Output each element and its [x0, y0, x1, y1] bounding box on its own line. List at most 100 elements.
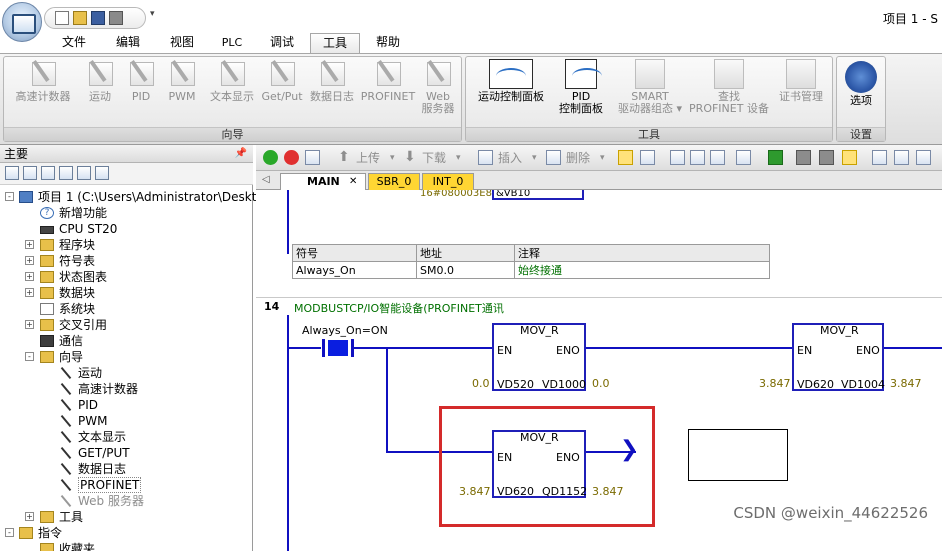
delete-network-icon[interactable] — [710, 150, 725, 165]
application-button[interactable] — [2, 2, 42, 42]
open-folder-icon[interactable] — [73, 11, 87, 25]
wizard-profinet-button[interactable]: PROFINET — [360, 59, 416, 103]
wizard-web-server-button[interactable]: Web 服务器 — [416, 59, 460, 115]
document-icon[interactable] — [59, 166, 73, 180]
eno-pin: ENO — [856, 344, 880, 357]
upload-dropdown-icon[interactable]: ▾ — [390, 150, 395, 166]
wizard-motion-button[interactable]: 运动 — [80, 59, 120, 103]
tree-label: 交叉引用 — [59, 318, 108, 332]
mov-r-block[interactable]: MOV_R EN ENO VD620 VD1004 — [792, 323, 885, 391]
delete-button[interactable]: 删除 — [566, 150, 590, 166]
customize-quick-access-icon[interactable]: ▾ — [150, 9, 155, 19]
program-status-icon[interactable] — [618, 150, 633, 165]
pid-control-panel-button[interactable]: PID 控制面板 — [552, 59, 610, 115]
wizard-pid-button[interactable]: PID — [122, 59, 160, 103]
insert-dropdown-icon[interactable]: ▾ — [532, 150, 537, 166]
system-block-icon — [40, 303, 54, 315]
download-button[interactable]: 下载 — [422, 150, 446, 166]
folder-icon — [40, 255, 54, 267]
collapse-icon[interactable]: - — [5, 192, 14, 201]
ladder-code-area[interactable]: 16#080003E8 &VB10 符号 地址 注释 Always_On SM0… — [256, 190, 942, 551]
empty-instruction-cell[interactable] — [688, 429, 788, 481]
collapse-icon[interactable]: - — [25, 352, 34, 361]
line-down-icon[interactable] — [894, 150, 909, 165]
bookmark-icon[interactable] — [736, 150, 751, 165]
branch-icon[interactable] — [872, 150, 887, 165]
menu-view[interactable]: 视图 — [160, 33, 204, 53]
out-operand[interactable]: VD1004 — [841, 378, 885, 391]
table-icon[interactable] — [23, 166, 37, 180]
network-comment[interactable]: MODBUSTCP/IO智能设备(PROFINET通讯 — [294, 300, 504, 316]
pid-wizard-icon — [127, 59, 155, 89]
tab-main-label: MAIN — [307, 175, 340, 188]
password-icon[interactable] — [842, 150, 857, 165]
expand-icon[interactable]: + — [25, 288, 34, 297]
insert-button[interactable]: 插入 — [498, 150, 522, 166]
web-server-wizard-icon — [424, 59, 452, 89]
wizard-getput-button[interactable]: Get/Put — [261, 59, 303, 103]
upload-arrow-icon: ⬆ — [338, 149, 350, 165]
status-chart-icon[interactable] — [77, 166, 91, 180]
en-pin: EN — [797, 344, 813, 357]
compile-icon[interactable] — [305, 150, 320, 165]
monitor-icon[interactable] — [95, 166, 109, 180]
wizard-data-log-button[interactable]: 数据日志 — [304, 59, 360, 103]
network-icon[interactable] — [670, 150, 685, 165]
menu-help[interactable]: 帮助 — [366, 33, 410, 53]
insert-network-icon[interactable] — [690, 150, 705, 165]
download-arrow-icon: ⬇ — [404, 149, 416, 165]
pin-icon[interactable]: 📌 — [235, 145, 247, 163]
program-editor: ⬆ 上传 ▾ ⬇ 下载 ▾ 插入 ▾ 删除 ▾ ◁ MAIN ✕ SBR_0 IN… — [256, 145, 942, 551]
options-button[interactable]: 选项 — [841, 61, 881, 107]
in-operand[interactable]: VD620 — [797, 378, 834, 391]
expand-icon[interactable]: + — [25, 256, 34, 265]
wizard-icon — [59, 447, 73, 459]
menu-debug[interactable]: 调试 — [260, 33, 304, 53]
line-up-icon[interactable] — [916, 150, 931, 165]
ribbon-group-title: 向导 — [4, 127, 461, 141]
save-icon[interactable] — [91, 11, 105, 25]
in-operand[interactable]: VD520 — [497, 378, 534, 391]
menu-plc[interactable]: PLC — [212, 33, 252, 53]
expand-icon[interactable]: + — [25, 512, 34, 521]
mov-r-block[interactable]: MOV_R EN ENO VD520 VD1000 — [492, 323, 586, 391]
wizard-hsc-button[interactable]: 高速计数器 — [8, 59, 78, 103]
run-icon[interactable] — [263, 150, 278, 165]
close-tab-icon[interactable]: ✕ — [349, 174, 357, 190]
tab-scroll-left-icon[interactable]: ◁ — [262, 174, 270, 185]
motion-control-panel-button[interactable]: 运动控制面板 — [470, 59, 552, 103]
folder-icon — [19, 527, 33, 539]
expand-icon[interactable]: + — [25, 320, 34, 329]
block-icon[interactable] — [41, 166, 55, 180]
tab-sbr0[interactable]: SBR_0 — [368, 173, 420, 190]
upload-button[interactable]: 上传 — [356, 150, 380, 166]
status-chart-icon[interactable] — [640, 150, 655, 165]
delete-dropdown-icon[interactable]: ▾ — [600, 150, 605, 166]
unlock-icon[interactable] — [819, 150, 834, 165]
network-symbol-table: 符号 地址 注释 Always_On SM0.0 始终接通 — [292, 244, 770, 279]
pid-control-panel-icon — [565, 59, 602, 89]
print-icon[interactable] — [109, 11, 123, 25]
lock-icon[interactable] — [796, 150, 811, 165]
menu-edit[interactable]: 编辑 — [106, 33, 150, 53]
goto-icon[interactable] — [768, 150, 783, 165]
stop-icon[interactable] — [284, 150, 299, 165]
expand-icon[interactable]: + — [25, 272, 34, 281]
tab-main[interactable]: MAIN ✕ — [280, 173, 366, 190]
collapse-icon[interactable]: - — [5, 528, 14, 537]
menu-tools[interactable]: 工具 — [310, 33, 360, 53]
new-file-icon[interactable] — [55, 11, 69, 25]
find-profinet-device-button[interactable]: 查找 PROFINET 设备 — [688, 59, 770, 115]
view-icon[interactable] — [5, 166, 19, 180]
download-dropdown-icon[interactable]: ▾ — [456, 150, 461, 166]
certificate-manager-button[interactable]: 证书管理 — [770, 59, 832, 103]
wizard-text-display-button[interactable]: 文本显示 — [204, 59, 260, 103]
wizard-pwm-button[interactable]: PWM — [162, 59, 202, 103]
menu-file[interactable]: 文件 — [52, 33, 96, 53]
out-operand[interactable]: VD1000 — [542, 378, 586, 391]
smart-drive-config-button[interactable]: SMART 驱动器组态 ▾ — [610, 59, 690, 115]
tab-int0[interactable]: INT_0 — [422, 173, 474, 190]
expand-icon[interactable]: + — [25, 240, 34, 249]
wizard-text-display-label: 文本显示 — [210, 90, 254, 103]
contact-energized-icon[interactable] — [328, 340, 348, 356]
